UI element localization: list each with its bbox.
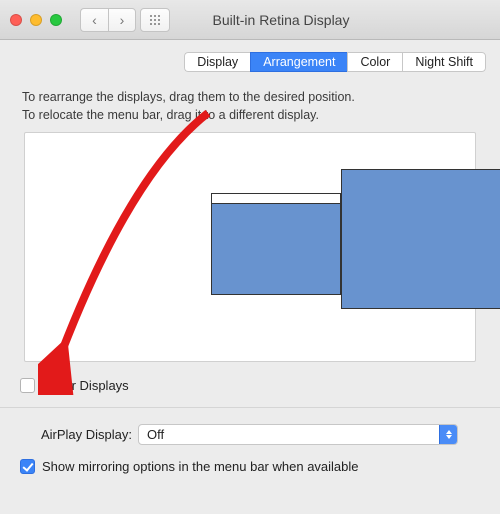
airplay-label: AirPlay Display:	[20, 427, 132, 442]
tab-bar: Display Arrangement Color Night Shift	[0, 40, 500, 82]
show-all-button[interactable]	[140, 8, 170, 32]
mirror-displays-label: Mirror Displays	[42, 378, 129, 393]
select-stepper-icon	[439, 425, 457, 444]
airplay-display-select[interactable]: Off	[138, 424, 458, 445]
hint-text: To rearrange the displays, drag them to …	[22, 88, 480, 124]
window-title: Built-in Retina Display	[213, 12, 350, 28]
show-mirroring-options-checkbox[interactable]	[20, 459, 35, 474]
tab-night-shift[interactable]: Night Shift	[402, 52, 486, 72]
grid-icon	[149, 14, 161, 26]
airplay-display-value: Off	[139, 427, 439, 442]
mirror-displays-checkbox[interactable]	[20, 378, 35, 393]
back-button[interactable]: ‹	[80, 8, 108, 32]
minimize-window-button[interactable]	[30, 14, 42, 26]
zoom-window-button[interactable]	[50, 14, 62, 26]
display-rect-primary[interactable]	[211, 193, 341, 295]
menu-bar-strip[interactable]	[212, 194, 340, 204]
window-titlebar: ‹ › Built-in Retina Display	[0, 0, 500, 40]
tab-color[interactable]: Color	[347, 52, 402, 72]
forward-button[interactable]: ›	[108, 8, 136, 32]
chevron-left-icon: ‹	[92, 13, 97, 27]
close-window-button[interactable]	[10, 14, 22, 26]
show-mirroring-options-label: Show mirroring options in the menu bar w…	[42, 459, 359, 474]
arrangement-area[interactable]	[24, 132, 476, 362]
tab-arrangement[interactable]: Arrangement	[250, 52, 347, 72]
display-rect-secondary[interactable]	[341, 169, 500, 309]
divider	[0, 407, 500, 408]
chevron-right-icon: ›	[120, 13, 125, 27]
tab-display[interactable]: Display	[184, 52, 250, 72]
window-controls	[10, 14, 62, 26]
